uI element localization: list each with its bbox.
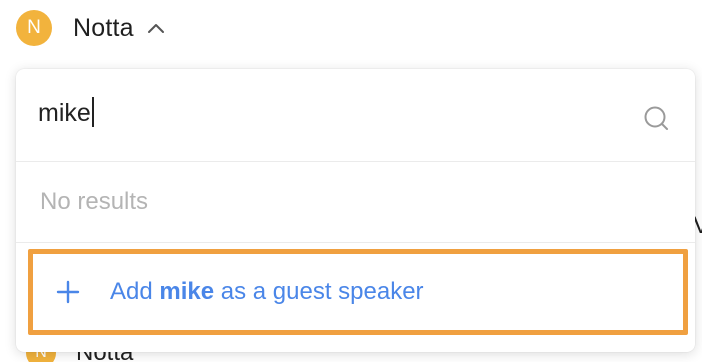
add-guest-name: mike [159, 278, 215, 305]
search-icon[interactable] [643, 105, 673, 135]
add-guest-speaker-button[interactable]: Add mike as a guest speaker [28, 249, 688, 335]
search-row: mike [16, 69, 695, 162]
search-input[interactable]: mike [38, 97, 94, 128]
plus-icon [56, 280, 80, 304]
no-results-text: No results [40, 188, 149, 215]
add-guest-prefix: Add [110, 278, 153, 305]
results-list: No results [16, 162, 695, 243]
search-input-value: mike [38, 99, 91, 127]
text-caret [91, 97, 94, 127]
speaker-selector-trigger[interactable]: N Notta [16, 10, 166, 46]
add-guest-label: Add mike as a guest speaker [110, 278, 424, 306]
speaker-dropdown: mike No results Add mike as a guest spea… [16, 69, 695, 352]
avatar: N [16, 10, 52, 46]
page: N Notta V N Notta mike No results Add m [0, 0, 702, 362]
speaker-name: Notta [73, 13, 134, 42]
chevron-up-icon[interactable] [146, 21, 166, 35]
add-guest-suffix: as a guest speaker [220, 278, 424, 305]
